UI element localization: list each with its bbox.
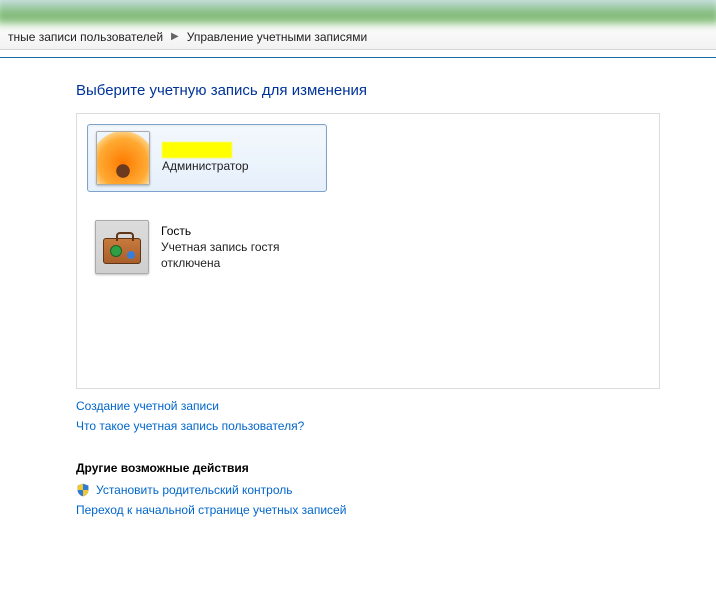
account-info: Администратор	[162, 142, 249, 174]
other-actions-heading: Другие возможные действия	[76, 461, 660, 475]
breadcrumb: тные записи пользователей ▶ Управление у…	[0, 24, 716, 50]
account-name: Гость	[161, 223, 319, 239]
account-name	[162, 142, 232, 158]
account-info: Гость Учетная запись гостя отключена	[161, 223, 319, 272]
content-area: Выберите учетную запись для изменения Ад…	[0, 58, 716, 517]
window-titlebar-blur	[0, 0, 716, 24]
page-title: Выберите учетную запись для изменения	[76, 82, 716, 99]
avatar	[96, 131, 150, 185]
breadcrumb-separator-icon: ▶	[171, 31, 179, 42]
link-goto-main[interactable]: Переход к начальной странице учетных зап…	[76, 503, 660, 517]
shield-icon	[76, 483, 90, 497]
account-tile-guest[interactable]: Гость Учетная запись гостя отключена	[87, 214, 327, 280]
accounts-list: Администратор Гость Учетная запись гостя…	[76, 113, 660, 389]
links-section: Создание учетной записи Что такое учетна…	[76, 399, 660, 517]
header-separator	[0, 50, 716, 58]
account-role: Администратор	[162, 158, 249, 174]
flower-icon	[97, 132, 149, 184]
link-parental-control[interactable]: Установить родительский контроль	[96, 483, 293, 497]
link-create-account[interactable]: Создание учетной записи	[76, 399, 660, 413]
link-what-is-account[interactable]: Что такое учетная запись пользователя?	[76, 419, 660, 433]
account-tile-administrator[interactable]: Администратор	[87, 124, 327, 192]
account-status: Учетная запись гостя отключена	[161, 239, 319, 271]
breadcrumb-item-accounts[interactable]: тные записи пользователей	[8, 30, 163, 44]
suitcase-icon	[96, 221, 148, 273]
link-row-parental: Установить родительский контроль	[76, 483, 660, 497]
breadcrumb-item-manage[interactable]: Управление учетными записями	[187, 30, 367, 44]
avatar	[95, 220, 149, 274]
